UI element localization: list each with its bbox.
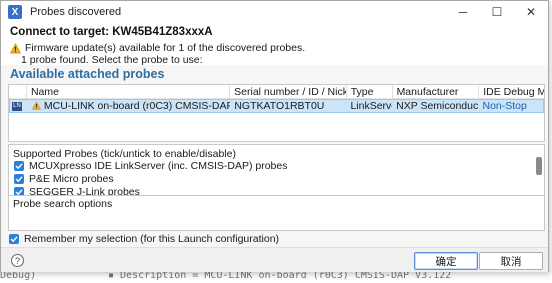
title-bar: X Probes discovered ─ ☐ ✕ <box>1 1 548 23</box>
checkbox-checked[interactable] <box>14 161 24 171</box>
probe-search-options-panel: Probe search options <box>8 195 545 231</box>
connect-target-label: Connect to target: KW45B41Z83xxxA <box>10 26 213 38</box>
app-icon: X <box>8 5 22 19</box>
checkbox-checked[interactable] <box>14 174 24 184</box>
check-icon <box>10 236 18 243</box>
remember-label: Remember my selection (for this Launch c… <box>24 233 280 245</box>
supported-probe-label: P&E Micro probes <box>29 173 114 185</box>
probe-serial: NGTKATO1RBT0U <box>234 100 325 112</box>
warning-icon <box>31 101 41 110</box>
scrollbar-thumb[interactable] <box>536 157 542 175</box>
close-button[interactable]: ✕ <box>514 1 548 23</box>
column-header-icon <box>9 85 27 99</box>
probe-manufacturer: NXP Semiconductors <box>396 100 479 112</box>
probe-name-cell: MCU-LINK on-board (r0C3) CMSIS-DAP V3.12… <box>28 100 230 112</box>
supported-probe-item[interactable]: MCUXpresso IDE LinkServer (inc. CMSIS-DA… <box>14 160 288 172</box>
dialog-footer: ? 确定 取消 <box>1 247 548 272</box>
probes-discovered-dialog: X Probes discovered ─ ☐ ✕ Connect to tar… <box>0 0 549 272</box>
warning-icon <box>10 42 21 53</box>
column-header-type[interactable]: Type <box>347 85 393 99</box>
supported-probes-title: Supported Probes (tick/untick to enable/… <box>13 148 236 160</box>
window-controls: ─ ☐ ✕ <box>446 1 548 23</box>
probe-found-text: 1 probe found. Select the probe to use: <box>21 54 203 66</box>
check-icon <box>15 163 23 170</box>
probe-name: MCU-LINK on-board (r0C3) CMSIS-DAP V3.12… <box>43 100 231 112</box>
check-icon <box>15 176 23 183</box>
probe-type: LinkServer <box>350 100 392 112</box>
supported-probe-label: MCUXpresso IDE LinkServer (inc. CMSIS-DA… <box>29 160 288 172</box>
remember-checkbox[interactable] <box>9 234 19 244</box>
window-title: Probes discovered <box>30 6 122 18</box>
probe-type-icon-cell: LN <box>10 100 28 112</box>
cancel-button[interactable]: 取消 <box>479 252 543 270</box>
dialog-header: Connect to target: KW45B41Z83xxxA Firmwa… <box>1 23 548 66</box>
table-row[interactable]: LN MCU-LINK on-board (r0C3) CMSIS-DAP V3… <box>9 99 544 113</box>
probe-search-options-title: Probe search options <box>13 198 113 210</box>
available-probes-title: Available attached probes <box>10 67 165 81</box>
probe-table: Name Serial number / ID / Nickna... Type… <box>8 84 545 142</box>
column-header-name[interactable]: Name <box>27 85 231 99</box>
help-icon[interactable]: ? <box>11 254 24 267</box>
column-header-debug-mode[interactable]: IDE Debug Mode <box>479 85 544 99</box>
minimize-button[interactable]: ─ <box>446 1 480 23</box>
firmware-warning: Firmware update(s) available for 1 of th… <box>10 42 305 54</box>
maximize-button[interactable]: ☐ <box>480 1 514 23</box>
ok-button[interactable]: 确定 <box>414 252 478 270</box>
probe-icon: LN <box>12 101 22 111</box>
probe-debug-mode[interactable]: Non-Stop <box>478 100 543 112</box>
probe-table-header: Name Serial number / ID / Nickna... Type… <box>9 85 544 99</box>
supported-probes-panel: Supported Probes (tick/untick to enable/… <box>8 144 545 196</box>
remember-selection[interactable]: Remember my selection (for this Launch c… <box>9 233 279 245</box>
supported-probes-scrollbar[interactable] <box>536 157 542 195</box>
column-header-serial[interactable]: Serial number / ID / Nickna... <box>230 85 347 99</box>
firmware-warning-text: Firmware update(s) available for 1 of th… <box>25 42 306 54</box>
supported-probe-item[interactable]: P&E Micro probes <box>14 173 114 185</box>
column-header-manufacturer[interactable]: Manufacturer <box>393 85 480 99</box>
